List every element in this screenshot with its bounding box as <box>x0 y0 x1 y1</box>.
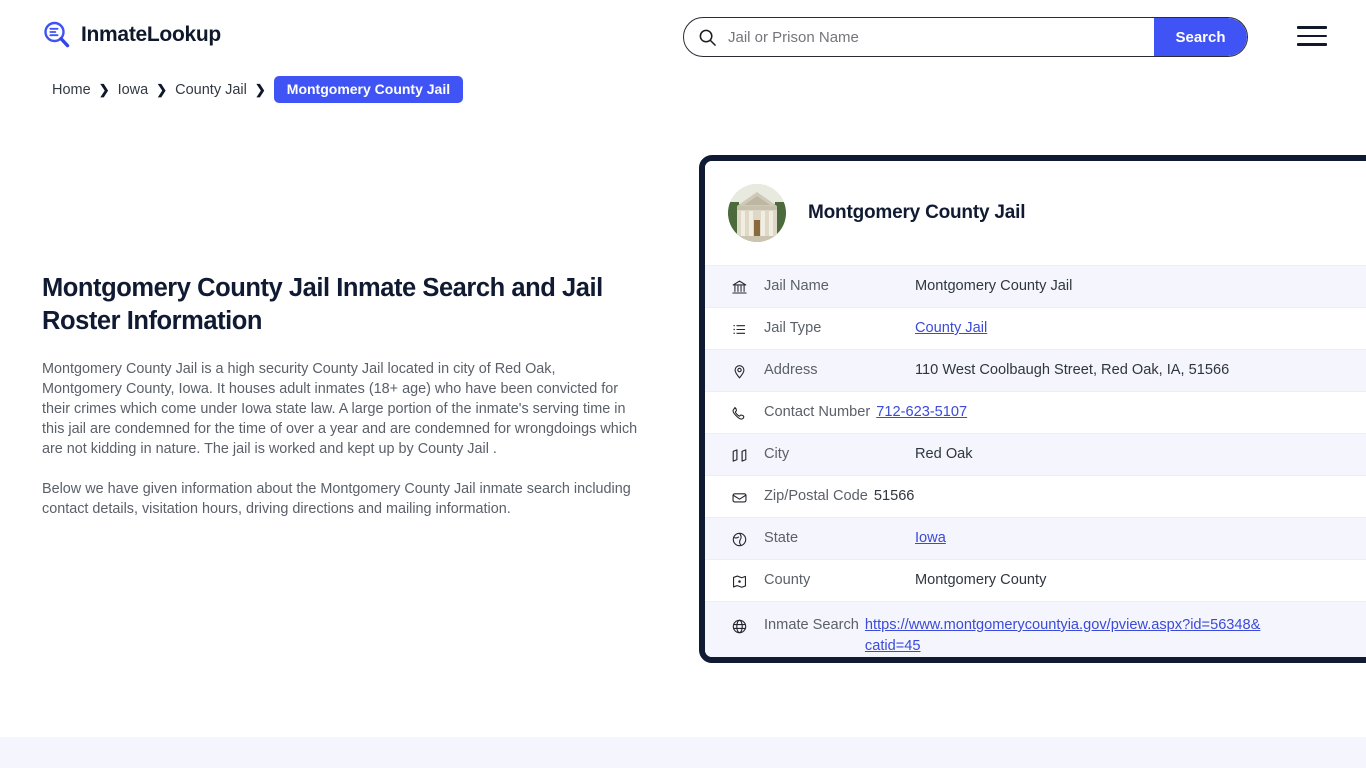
brand-name: InmateLookup <box>81 23 221 46</box>
jail-type-link[interactable]: County Jail <box>915 320 987 336</box>
hamburger-bar <box>1297 43 1327 46</box>
intro-paragraph-2: Below we have given information about th… <box>42 481 631 518</box>
row-label: County <box>764 572 811 588</box>
row-label: Jail Name <box>764 278 829 294</box>
row-label: Jail Type <box>764 320 822 336</box>
card-header: Montgomery County Jail <box>705 161 1366 265</box>
row-label: City <box>764 446 790 462</box>
row-value: Red Oak <box>915 446 973 462</box>
county-icon <box>728 571 750 591</box>
bank-icon <box>728 277 750 297</box>
inmate-search-link[interactable]: https://www.montgomerycountyia.gov/pview… <box>865 617 1260 654</box>
jail-info-card: Montgomery County Jail Jail Name Montgom… <box>699 155 1366 663</box>
brand-logo-link[interactable]: InmateLookup <box>42 20 221 50</box>
intro-paragraph-1: Montgomery County Jail is a high securit… <box>42 361 638 458</box>
row-label: Address <box>764 362 818 378</box>
chevron-right-icon: ❯ <box>98 82 110 97</box>
chevron-right-icon: ❯ <box>156 82 168 97</box>
table-row: Jail Type County Jail <box>705 307 1366 349</box>
table-row: Zip/Postal Code 51566 <box>705 475 1366 517</box>
breadcrumb-item-iowa[interactable]: Iowa <box>118 82 149 98</box>
row-value: 51566 <box>873 488 915 504</box>
row-value: County Jail <box>915 318 1366 339</box>
search-input[interactable] <box>720 18 1154 56</box>
site-header: InmateLookup Search <box>0 0 1366 72</box>
search-bar[interactable]: Search <box>683 17 1248 57</box>
envelope-icon <box>728 487 750 507</box>
breadcrumb-item-home[interactable]: Home <box>52 82 91 98</box>
magnifier-list-icon <box>42 20 72 50</box>
row-label: Zip/Postal Code <box>764 488 868 504</box>
hamburger-bar <box>1297 34 1327 38</box>
globe-icon <box>728 616 750 636</box>
courthouse-photo <box>728 184 786 242</box>
list-icon <box>728 319 750 339</box>
table-row: Inmate Search https://www.montgomerycoun… <box>705 601 1366 657</box>
row-label: State <box>764 530 799 546</box>
row-value: 712-623-5107 <box>876 402 1366 423</box>
table-row: State Iowa <box>705 517 1366 559</box>
globe-pin-icon <box>728 529 750 549</box>
search-button[interactable]: Search <box>1154 18 1247 56</box>
row-value: 110 West Coolbaugh Street, Red Oak, IA, … <box>915 362 1230 378</box>
row-label: Contact Number <box>764 404 871 420</box>
phone-icon <box>728 403 750 423</box>
chevron-right-icon: ❯ <box>254 82 266 97</box>
article-intro: Montgomery County Jail Inmate Search and… <box>42 272 638 519</box>
hamburger-menu-icon[interactable] <box>1297 25 1327 47</box>
search-icon <box>684 18 720 56</box>
card-title: Montgomery County Jail <box>808 202 1026 223</box>
breadcrumb-item-county-jail[interactable]: County Jail <box>175 82 247 98</box>
row-label: Inmate Search <box>764 617 859 633</box>
jail-details-table: Jail Name Montgomery County Jail Jail Ty… <box>705 265 1366 657</box>
state-link[interactable]: Iowa <box>915 530 946 546</box>
hamburger-bar <box>1297 26 1327 29</box>
table-row: Contact Number 712-623-5107 <box>705 391 1366 433</box>
table-row: City Red Oak <box>705 433 1366 475</box>
footer-band <box>0 737 1366 768</box>
table-row: Address 110 West Coolbaugh Street, Red O… <box>705 349 1366 391</box>
table-row: County Montgomery County <box>705 559 1366 601</box>
page-title: Montgomery County Jail Inmate Search and… <box>42 274 603 335</box>
row-value: Montgomery County <box>915 572 1047 588</box>
row-value: Montgomery County Jail <box>915 278 1073 294</box>
row-value: Iowa <box>915 528 1366 549</box>
map-icon <box>728 445 750 465</box>
phone-link[interactable]: 712-623-5107 <box>876 404 967 420</box>
breadcrumb-item-current: Montgomery County Jail <box>273 76 464 103</box>
map-pin-icon <box>728 361 750 381</box>
breadcrumb: Home ❯ Iowa ❯ County Jail ❯ Montgomery C… <box>52 76 464 103</box>
row-value: https://www.montgomerycountyia.gov/pview… <box>865 615 1265 657</box>
table-row: Jail Name Montgomery County Jail <box>705 265 1366 307</box>
